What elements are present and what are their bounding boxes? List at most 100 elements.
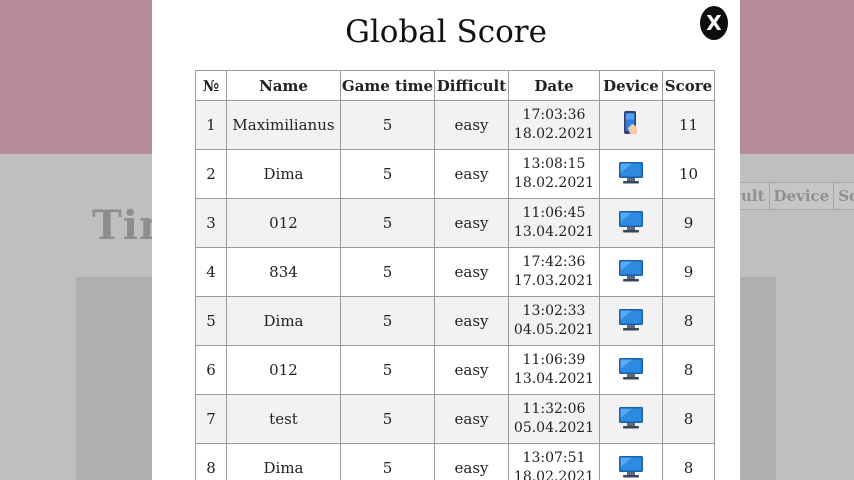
cell-device: [599, 247, 663, 297]
cell-name: test: [226, 394, 341, 444]
header-difficult: Difficult: [434, 70, 509, 101]
table-row: 8 Dima 5 easy 13:07:51 18.02.2021 8: [195, 443, 715, 480]
cell-name: 834: [226, 247, 341, 297]
cell-number: 2: [195, 149, 227, 199]
cell-date-day: 18.02.2021: [513, 126, 595, 142]
table-row: 7 test 5 easy 11:32:06 05.04.2021 8: [195, 394, 715, 444]
cell-score: 8: [662, 296, 715, 346]
table-row: 5 Dima 5 easy 13:02:33 04.05.2021 8: [195, 296, 715, 346]
cell-name: 012: [226, 345, 341, 395]
cell-date-day: 04.05.2021: [513, 322, 595, 338]
cell-game-time: 5: [340, 394, 435, 444]
header-date: Date: [508, 70, 600, 101]
cell-device: [599, 443, 663, 480]
background-table-header: ult Device Sco: [736, 182, 854, 210]
cell-date-time: 17:42:36: [522, 254, 586, 270]
cell-date: 11:06:39 13.04.2021: [508, 345, 600, 395]
header-number: №: [195, 70, 227, 101]
page: Tim ult Device Sco Global Score X № Name…: [0, 0, 854, 480]
table-row: 1 Maximilianus 5 easy 17:03:36 18.02.2021 11: [195, 100, 715, 150]
cell-number: 3: [195, 198, 227, 248]
background-header-cell: ult: [737, 183, 770, 209]
cell-difficult: easy: [434, 149, 509, 199]
cell-difficult: easy: [434, 100, 509, 150]
table-row: 3 012 5 easy 11:06:45 13.04.2021 9: [195, 198, 715, 248]
cell-game-time: 5: [340, 296, 435, 346]
table-header-row: № Name Game time Difficult Date Device S…: [195, 70, 715, 101]
cell-name: Dima: [226, 443, 341, 480]
cell-date: 17:03:36 18.02.2021: [508, 100, 600, 150]
cell-difficult: easy: [434, 296, 509, 346]
desktop-icon: [618, 257, 644, 287]
cell-number: 5: [195, 296, 227, 346]
cell-score: 8: [662, 443, 715, 480]
cell-date-day: 17.03.2021: [513, 273, 595, 289]
cell-game-time: 5: [340, 443, 435, 480]
cell-date: 13:08:15 18.02.2021: [508, 149, 600, 199]
header-game-time: Game time: [340, 70, 435, 101]
cell-game-time: 5: [340, 149, 435, 199]
global-score-modal: Global Score X № Name Game time Difficul…: [152, 0, 740, 480]
cell-date-time: 11:06:39: [522, 352, 586, 368]
desktop-icon: [618, 159, 644, 189]
cell-date-time: 13:02:33: [522, 303, 586, 319]
cell-device: [599, 394, 663, 444]
cell-score: 11: [662, 100, 715, 150]
cell-date-time: 17:03:36: [522, 107, 586, 123]
desktop-icon: [618, 306, 644, 336]
cell-device: [599, 296, 663, 346]
cell-date: 13:07:51 18.02.2021: [508, 443, 600, 480]
cell-score: 9: [662, 247, 715, 297]
cell-number: 8: [195, 443, 227, 480]
cell-date-day: 05.04.2021: [513, 420, 595, 436]
table-row: 2 Dima 5 easy 13:08:15 18.02.2021 10: [195, 149, 715, 199]
cell-number: 1: [195, 100, 227, 150]
cell-date: 17:42:36 17.03.2021: [508, 247, 600, 297]
table-row: 4 834 5 easy 17:42:36 17.03.2021 9: [195, 247, 715, 297]
desktop-icon: [618, 355, 644, 385]
background-header-cell: Sco: [834, 183, 854, 209]
table-row: 6 012 5 easy 11:06:39 13.04.2021 8: [195, 345, 715, 395]
score-table-body: 1 Maximilianus 5 easy 17:03:36 18.02.2021 11 2 D…: [195, 100, 715, 480]
cell-game-time: 5: [340, 247, 435, 297]
cell-difficult: easy: [434, 247, 509, 297]
background-header-cell: Device: [770, 183, 835, 209]
cell-device: [599, 149, 663, 199]
phone-icon: [618, 110, 644, 140]
desktop-icon: [618, 453, 644, 480]
cell-score: 8: [662, 394, 715, 444]
header-score: Score: [662, 70, 715, 101]
cell-score: 8: [662, 345, 715, 395]
cell-name: Dima: [226, 149, 341, 199]
cell-device: [599, 345, 663, 395]
modal-title: Global Score: [345, 14, 547, 50]
cell-date-day: 13.04.2021: [513, 371, 595, 387]
cell-score: 9: [662, 198, 715, 248]
cell-name: Dima: [226, 296, 341, 346]
cell-score: 10: [662, 149, 715, 199]
cell-game-time: 5: [340, 100, 435, 150]
cell-date: 13:02:33 04.05.2021: [508, 296, 600, 346]
cell-date-time: 13:08:15: [522, 156, 586, 172]
close-button[interactable]: X: [700, 6, 728, 40]
cell-date-day: 18.02.2021: [513, 469, 595, 480]
score-table: № Name Game time Difficult Date Device S…: [195, 70, 715, 480]
cell-date-day: 13.04.2021: [513, 224, 595, 240]
cell-date-time: 11:32:06: [522, 401, 586, 417]
header-name: Name: [226, 70, 341, 101]
header-device: Device: [599, 70, 663, 101]
cell-date-time: 13:07:51: [522, 450, 586, 466]
cell-date-time: 11:06:45: [522, 205, 586, 221]
cell-number: 6: [195, 345, 227, 395]
cell-name: 012: [226, 198, 341, 248]
desktop-icon: [618, 208, 644, 238]
cell-difficult: easy: [434, 198, 509, 248]
cell-difficult: easy: [434, 443, 509, 480]
desktop-icon: [618, 404, 644, 434]
cell-date: 11:32:06 05.04.2021: [508, 394, 600, 444]
cell-name: Maximilianus: [226, 100, 341, 150]
cell-difficult: easy: [434, 345, 509, 395]
cell-game-time: 5: [340, 198, 435, 248]
cell-number: 7: [195, 394, 227, 444]
cell-date: 11:06:45 13.04.2021: [508, 198, 600, 248]
